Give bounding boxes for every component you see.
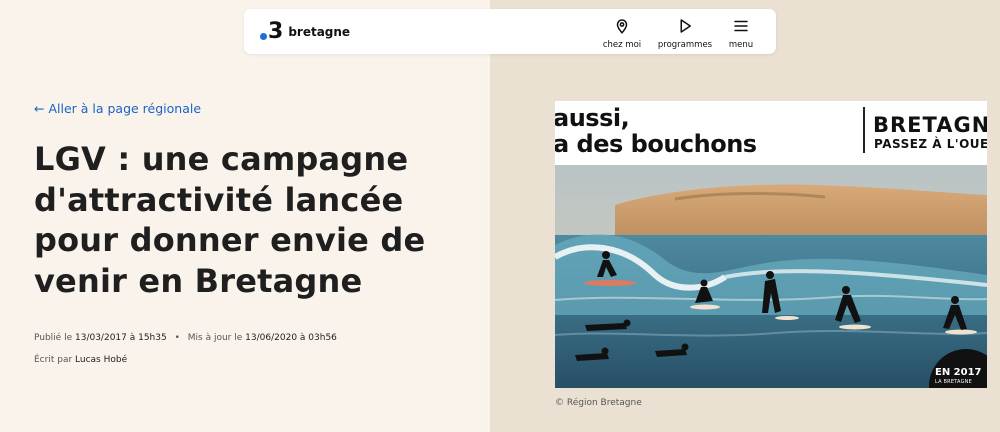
nav-chez-moi[interactable]: chez moi (599, 17, 645, 50)
author-name[interactable]: Lucas Hobé (75, 355, 127, 365)
article-dates: Publié le 13/03/2017 à 15h35 • Mis à jou… (34, 333, 337, 343)
published-date: 13/03/2017 à 15h35 (75, 333, 167, 343)
logo-dot (260, 32, 267, 40)
article-title: LGV : une campagne d'attractivité lancée… (34, 140, 426, 300)
meta-separator: • (174, 333, 180, 343)
nav-menu[interactable]: menu (725, 17, 757, 50)
updated-label: Mis à jour le (187, 333, 243, 343)
author-label: Écrit par (34, 355, 73, 365)
location-pin-icon (616, 19, 628, 34)
logo-region-name: bretagne (288, 25, 351, 39)
nav-programmes[interactable]: programmes (655, 17, 715, 50)
badge-subtitle: LA BRETAGNE (935, 379, 972, 385)
play-icon (680, 19, 691, 33)
ad-banner: aussi, a des bouchons BRETAGN PASSEZ À L… (555, 101, 987, 165)
surfers-photo (555, 165, 987, 388)
nav-chez-moi-label: chez moi (602, 40, 642, 50)
badge-year: EN 2017 (935, 367, 982, 378)
article-image: aussi, a des bouchons BRETAGN PASSEZ À L… (555, 101, 987, 388)
banner-slogan-line1: aussi, (555, 104, 630, 132)
france3-bretagne-logo[interactable]: 3 bretagne (260, 20, 350, 44)
logo-number: 3 (268, 19, 284, 44)
image-credit: © Région Bretagne (555, 398, 642, 408)
published-label: Publié le (34, 333, 73, 343)
updated-date: 13/06/2020 à 03h56 (245, 333, 337, 343)
nav-menu-label: menu (728, 40, 754, 50)
article-author: Écrit par Lucas Hobé (34, 355, 127, 365)
hamburger-menu-icon (734, 20, 748, 32)
banner-tagline: PASSEZ À L'OUE (874, 137, 987, 151)
back-to-regional-page-link[interactable]: ← Aller à la page régionale (34, 101, 201, 116)
banner-divider (863, 107, 865, 153)
banner-slogan-line2: a des bouchons (555, 130, 757, 158)
nav-programmes-label: programmes (657, 40, 713, 50)
site-header: 3 bretagne chez moi programmes menu (244, 9, 776, 54)
banner-brand: BRETAGN (873, 113, 987, 137)
